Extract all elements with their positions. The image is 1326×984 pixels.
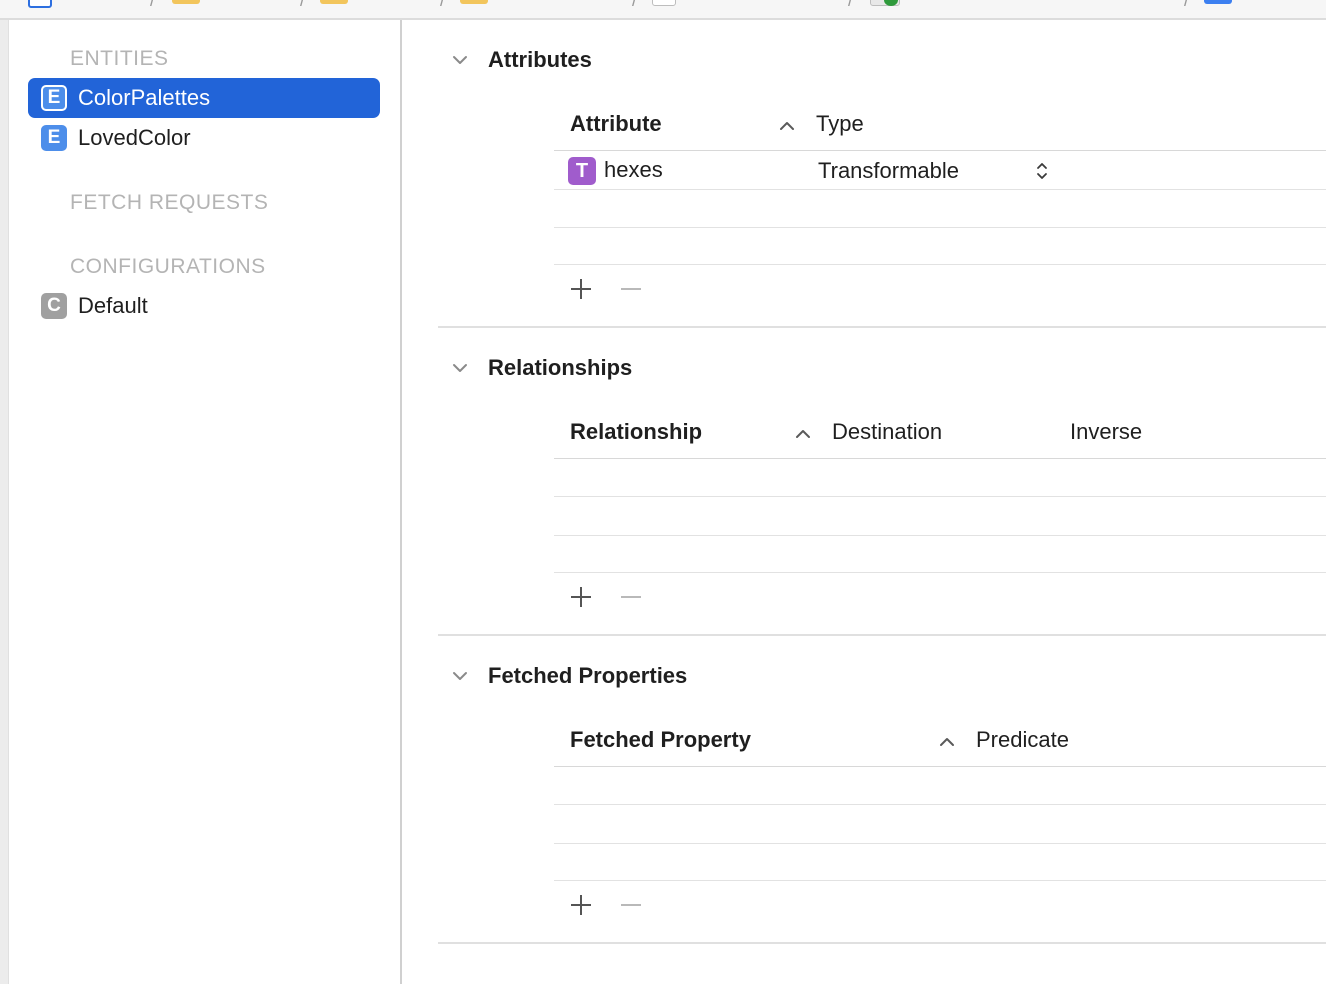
row-divider <box>554 189 1326 190</box>
configurations-heading: CONFIGURATIONS <box>70 255 266 278</box>
entity-icon[interactable] <box>1204 0 1232 4</box>
sort-ascending-icon[interactable] <box>794 427 812 439</box>
sort-ascending-icon[interactable] <box>778 119 796 131</box>
breadcrumb-separator: / <box>1184 0 1190 10</box>
minus-icon[interactable] <box>618 584 644 610</box>
type-column-header[interactable]: Type <box>816 109 864 139</box>
attributes-title: Attributes <box>488 47 592 72</box>
breadcrumb-bar: / / / / / / <box>0 0 1326 20</box>
folder-icon[interactable] <box>172 0 200 4</box>
row-divider <box>554 264 1326 265</box>
attribute-column-header[interactable]: Attribute <box>570 109 662 139</box>
project-icon[interactable] <box>28 0 52 8</box>
fetch-requests-heading: FETCH REQUESTS <box>70 191 269 214</box>
fetched-property-column-header[interactable]: Fetched Property <box>570 725 751 755</box>
sidebar-item-lovedcolor[interactable]: E LovedColor <box>28 118 380 158</box>
attribute-type-icon: T <box>568 157 596 185</box>
row-divider <box>554 572 1326 573</box>
plus-icon[interactable] <box>568 276 594 302</box>
chevron-down-icon[interactable] <box>450 358 470 378</box>
section-divider <box>438 942 1326 944</box>
sidebar-item-default[interactable]: C Default <box>28 286 380 326</box>
stepper-icon[interactable] <box>1034 161 1050 181</box>
configuration-icon: C <box>41 293 67 319</box>
chevron-down-icon[interactable] <box>450 50 470 70</box>
attributes-section-header[interactable]: Attributes <box>438 40 1326 80</box>
file-icon[interactable] <box>652 0 676 6</box>
predicate-column-header[interactable]: Predicate <box>976 725 1069 755</box>
relationships-title: Relationships <box>488 355 633 380</box>
minus-icon[interactable] <box>618 276 644 302</box>
row-divider <box>554 880 1326 881</box>
relationship-column-header[interactable]: Relationship <box>570 417 702 447</box>
row-divider <box>554 804 1326 805</box>
relationships-section-header[interactable]: Relationships <box>438 348 1326 388</box>
navigator-edge <box>0 20 9 984</box>
split-view-divider[interactable] <box>400 20 402 984</box>
sidebar-item-label: LovedColor <box>78 125 191 150</box>
entities-heading: ENTITIES <box>70 47 169 70</box>
row-divider <box>554 227 1326 228</box>
sidebar-item-colorpalettes[interactable]: E ColorPalettes <box>28 78 380 118</box>
chevron-down-icon[interactable] <box>450 666 470 686</box>
entity-outline-sidebar <box>9 20 400 984</box>
row-divider <box>554 496 1326 497</box>
breadcrumb-separator: / <box>632 0 638 10</box>
breadcrumb-separator: / <box>300 0 306 10</box>
attribute-type-popup[interactable]: Transformable <box>818 156 959 186</box>
plus-icon[interactable] <box>568 584 594 610</box>
plus-icon[interactable] <box>568 892 594 918</box>
row-divider <box>554 843 1326 844</box>
entity-icon: E <box>41 125 67 151</box>
attribute-name-cell[interactable]: hexes <box>604 155 663 185</box>
inverse-column-header[interactable]: Inverse <box>1070 417 1142 447</box>
table-header-divider <box>554 150 1326 151</box>
section-divider <box>438 326 1326 328</box>
sort-ascending-icon[interactable] <box>938 735 956 747</box>
row-divider <box>554 535 1326 536</box>
breadcrumb-separator: / <box>848 0 854 10</box>
table-header-divider <box>554 766 1326 767</box>
destination-column-header[interactable]: Destination <box>832 417 942 447</box>
breadcrumb-separator: / <box>440 0 446 10</box>
minus-icon[interactable] <box>618 892 644 918</box>
sidebar-item-label: Default <box>78 293 148 318</box>
entity-icon: E <box>41 85 67 111</box>
table-header-divider <box>554 458 1326 459</box>
folder-icon[interactable] <box>320 0 348 4</box>
sidebar-item-label: ColorPalettes <box>78 85 211 110</box>
fetched-properties-section-header[interactable]: Fetched Properties <box>438 656 1326 696</box>
section-divider <box>438 634 1326 636</box>
fetched-properties-title: Fetched Properties <box>488 663 688 688</box>
breadcrumb-separator: / <box>150 0 156 10</box>
folder-icon[interactable] <box>460 0 488 4</box>
